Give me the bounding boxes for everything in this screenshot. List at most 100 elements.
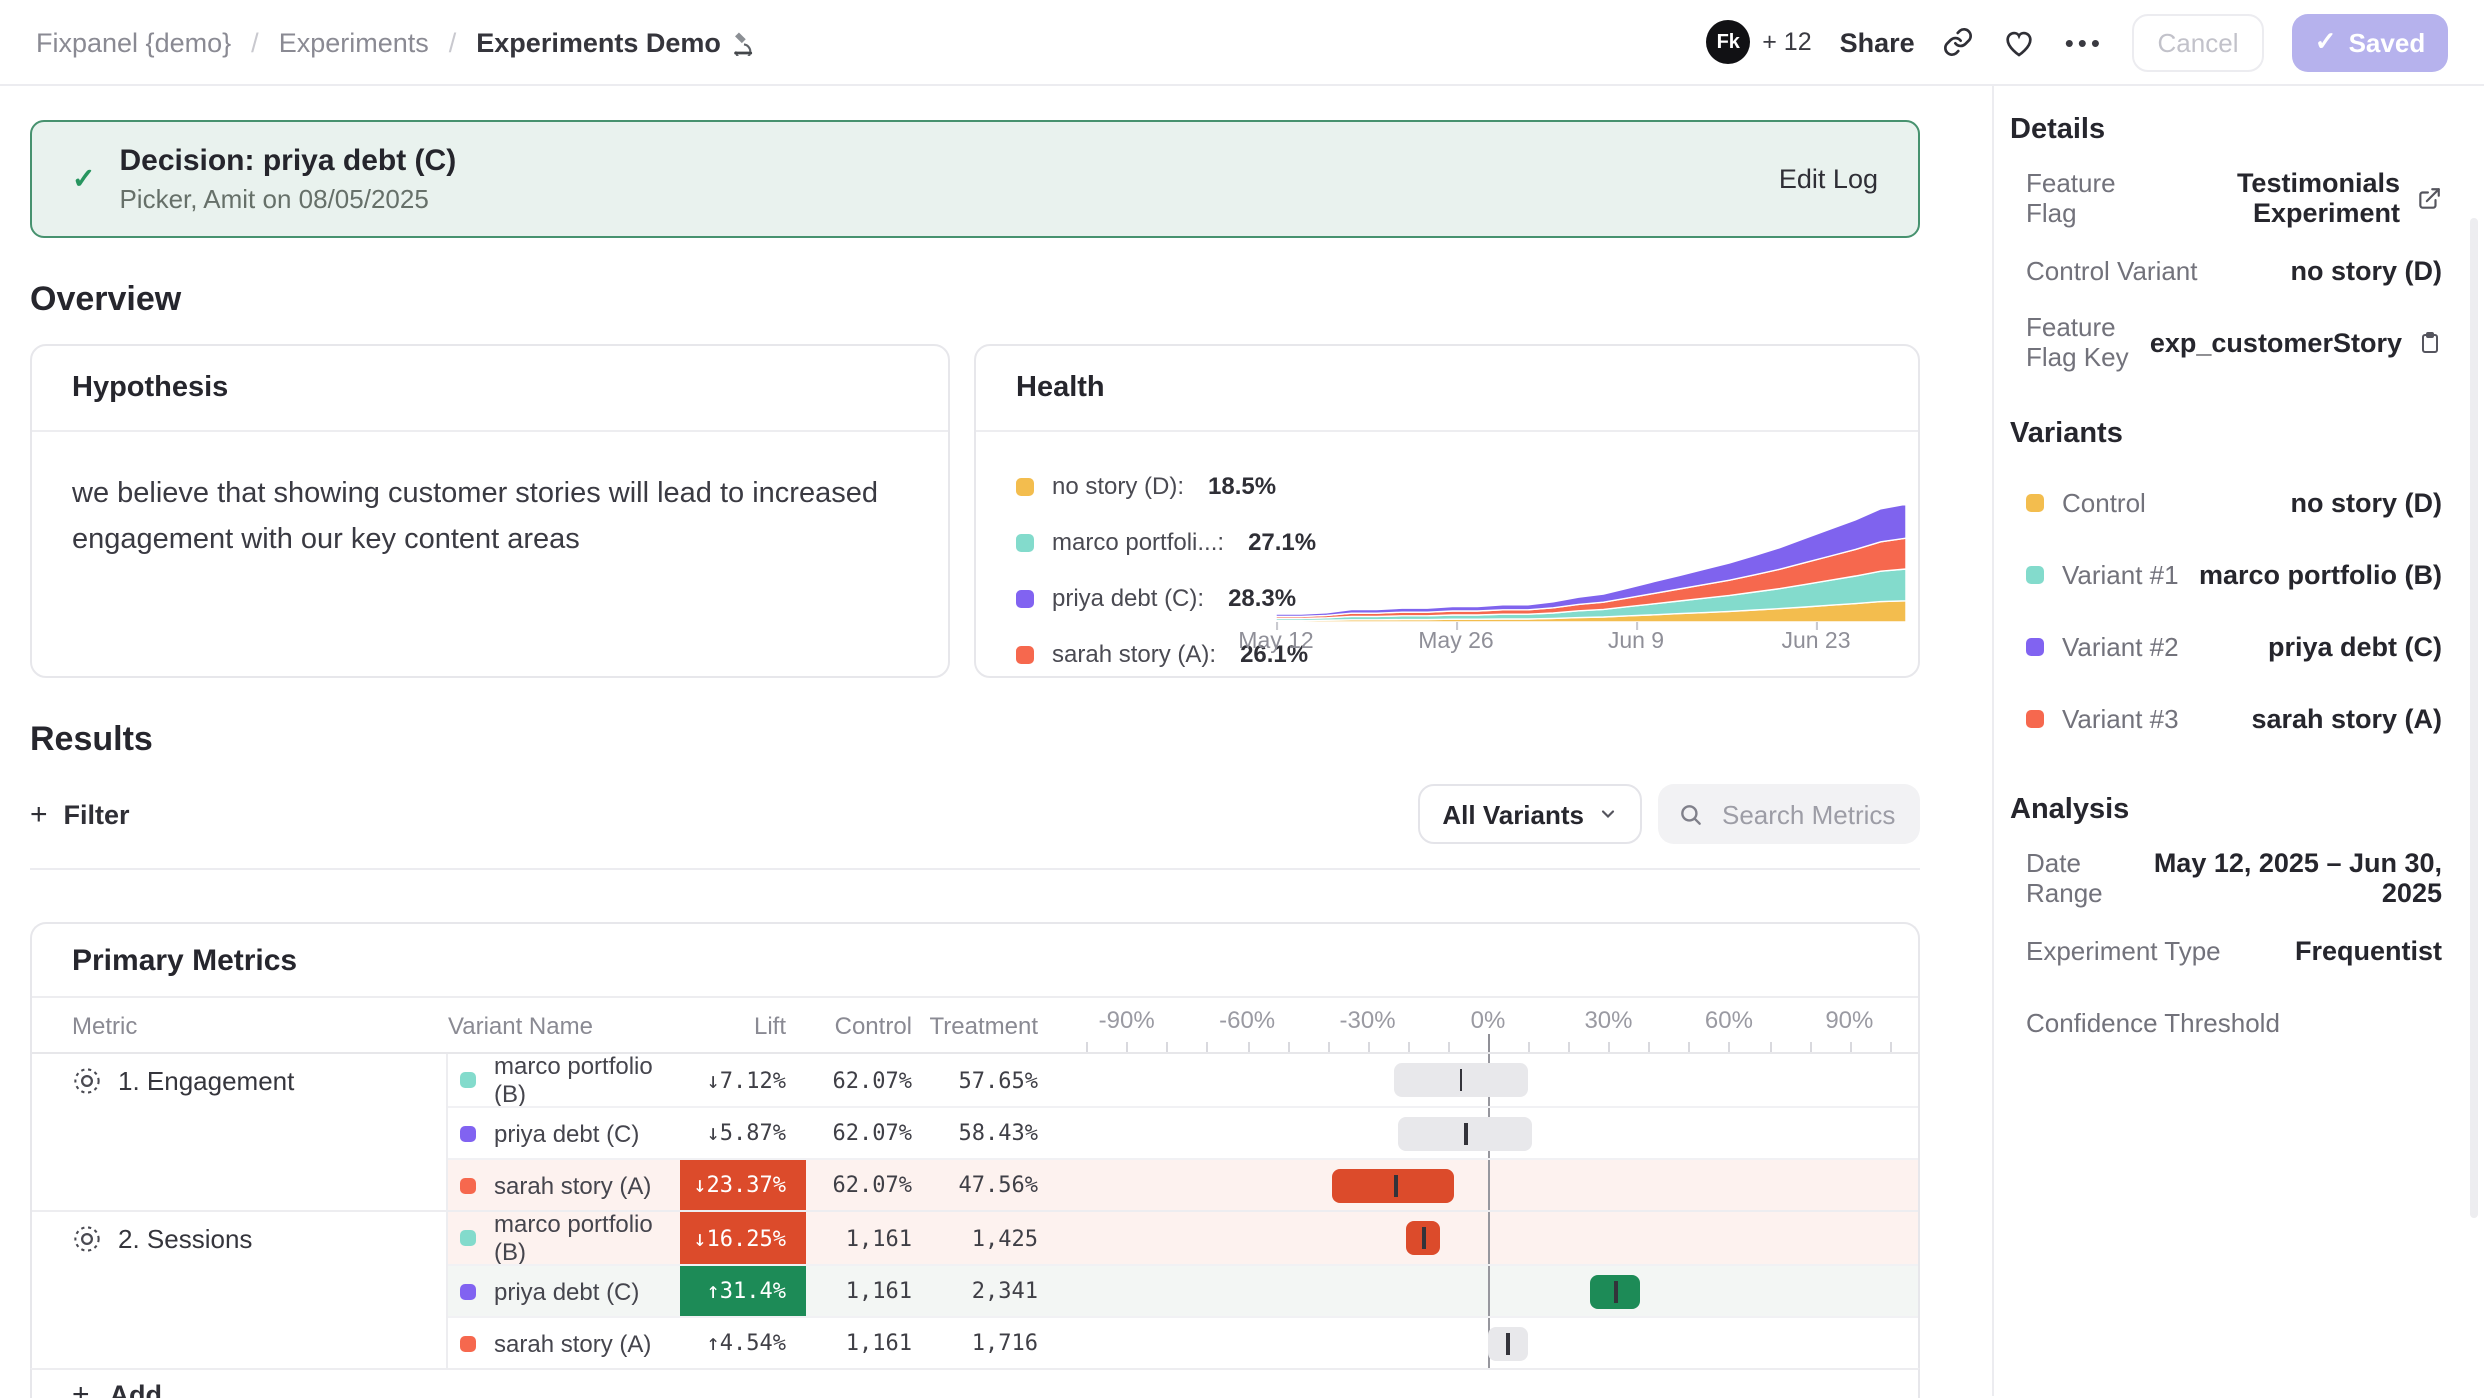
legend-item[interactable]: marco portfoli...:27.1%: [1016, 514, 1316, 570]
axis-tick-label: 30%: [1584, 1006, 1632, 1034]
breadcrumb-app[interactable]: Fixpanel {demo}: [36, 27, 231, 57]
sidebar-value: Testimonials Experiment: [2147, 168, 2400, 228]
treatment-value: 58.43%: [920, 1108, 1048, 1158]
metric-name[interactable]: 2. Sessions: [118, 1223, 252, 1253]
treatment-value: 1,716: [920, 1318, 1048, 1368]
mean-tick: [1459, 1069, 1462, 1091]
variant-color-icon: [2026, 709, 2044, 727]
copy-link-icon[interactable]: [1943, 26, 1975, 58]
variant-name: sarah story (A): [494, 1171, 651, 1199]
legend-item[interactable]: priya debt (C):28.3%: [1016, 570, 1316, 626]
axis-tick-label: 0%: [1471, 1006, 1506, 1034]
details-row: Control Variantno story (D): [2010, 234, 2442, 306]
favorite-heart-icon[interactable]: [2003, 25, 2037, 59]
table-row[interactable]: 1. Engagementmarco portfolio (B)↓7.12%62…: [32, 1054, 1918, 1106]
avatar[interactable]: Fk: [1706, 20, 1750, 64]
table-row[interactable]: priya debt (C)↑31.4%1,1612,341: [32, 1264, 1918, 1316]
variants-row: Variant #2priya debt (C): [2010, 610, 2442, 682]
hypothesis-text: we believe that showing customer stories…: [32, 432, 948, 565]
variant-name: sarah story (A): [494, 1329, 651, 1357]
divider: [30, 868, 1920, 870]
lift-value: ↓7.12%: [680, 1054, 806, 1106]
saved-button[interactable]: ✓ Saved: [2292, 13, 2448, 71]
table-row[interactable]: sarah story (A)↓23.37%62.07%47.56%: [32, 1158, 1918, 1210]
edit-log-button[interactable]: Edit Log: [1779, 164, 1878, 194]
mean-tick: [1614, 1280, 1617, 1302]
sidebar-value: priya debt (C): [2268, 631, 2442, 661]
mean-tick: [1394, 1174, 1397, 1196]
treatment-value: 47.56%: [920, 1160, 1048, 1210]
external-link-icon[interactable]: [2416, 185, 2442, 211]
more-options-button[interactable]: •••: [2065, 27, 2104, 57]
clipboard-icon[interactable]: [2418, 329, 2442, 355]
share-button[interactable]: Share: [1840, 27, 1915, 57]
col-metric: Metric: [32, 998, 448, 1052]
collaborator-count[interactable]: + 12: [1762, 28, 1811, 56]
variant-color-icon: [460, 1177, 476, 1193]
hypothesis-card: Hypothesis we believe that showing custo…: [30, 344, 950, 678]
details-row: Feature Flag Keyexp_customerStory: [2010, 306, 2442, 378]
breadcrumb-section[interactable]: Experiments: [279, 27, 429, 57]
variants-dropdown[interactable]: All Variants: [1418, 784, 1642, 844]
control-value: 62.07%: [806, 1160, 920, 1210]
variant-color-icon: [2026, 637, 2044, 655]
decision-subtitle: Picker, Amit on 08/05/2025: [119, 184, 456, 214]
breadcrumb-current[interactable]: Experiments Demo: [476, 27, 757, 57]
mean-tick: [1464, 1122, 1467, 1144]
variant-color-icon: [460, 1335, 476, 1351]
health-x-axis: May 12May 26Jun 9Jun 23: [1276, 630, 1906, 656]
details-row: Feature FlagTestimonials Experiment: [2010, 162, 2442, 234]
sidebar-value: exp_customerStory: [2150, 327, 2402, 357]
col-variant-name: Variant Name: [448, 998, 680, 1052]
table-row[interactable]: sarah story (A)↑4.54%1,1611,716: [32, 1316, 1918, 1368]
top-bar: Fixpanel {demo} / Experiments / Experime…: [0, 0, 2484, 86]
breadcrumb-separator: /: [251, 27, 259, 57]
variant-color-icon: [460, 1072, 476, 1088]
plus-icon: +: [72, 1378, 90, 1398]
variant-color-icon: [460, 1283, 476, 1299]
sidebar-value: marco portfolio (B): [2199, 559, 2442, 589]
add-filter-button[interactable]: + Filter: [30, 797, 130, 831]
search-input[interactable]: [1718, 797, 1900, 831]
x-axis-label: May 26: [1418, 630, 1493, 654]
sidebar-details: Details Feature FlagTestimonials Experime…: [2010, 114, 2442, 378]
axis-tick-label: 90%: [1825, 1006, 1873, 1034]
legend-swatch-icon: [1016, 589, 1034, 607]
table-row[interactable]: priya debt (C)↓5.87%62.07%58.43%: [32, 1106, 1918, 1158]
control-value: 62.07%: [806, 1108, 920, 1158]
variants-row: Variant #3sarah story (A): [2010, 682, 2442, 754]
cancel-button[interactable]: Cancel: [2132, 13, 2264, 71]
variant-name: priya debt (C): [494, 1277, 639, 1305]
main-content: ✓ Decision: priya debt (C) Picker, Amit …: [0, 86, 1992, 1396]
legend-item[interactable]: no story (D):18.5%: [1016, 458, 1316, 514]
check-icon: ✓: [2315, 26, 2337, 58]
plus-icon: +: [30, 797, 48, 831]
add-metric-button[interactable]: + Add: [30, 1368, 1920, 1398]
hypothesis-title: Hypothesis: [32, 346, 948, 432]
treatment-value: 57.65%: [920, 1054, 1048, 1106]
sidebar-value: Frequentist: [2295, 935, 2442, 965]
breadcrumb-separator: /: [449, 27, 457, 57]
search-metrics-box[interactable]: [1658, 784, 1920, 844]
variant-color-icon: [460, 1230, 476, 1246]
table-body: 1. Engagementmarco portfolio (B)↓7.12%62…: [32, 1054, 1918, 1368]
variant-color-icon: [460, 1125, 476, 1141]
top-actions: Fk + 12 Share ••• Cancel ✓ Saved: [1706, 13, 2448, 71]
table-header: Metric Variant Name Lift Control Treatme…: [32, 998, 1918, 1054]
lift-value: ↓16.25%: [680, 1212, 806, 1264]
treatment-value: 2,341: [920, 1266, 1048, 1316]
x-axis-label: May 12: [1238, 630, 1313, 654]
sidebar-value: no story (D): [2291, 487, 2443, 517]
details-heading: Details: [2010, 114, 2442, 146]
control-value: 1,161: [806, 1212, 920, 1264]
mean-tick: [1423, 1227, 1426, 1249]
table-row[interactable]: 2. Sessionsmarco portfolio (B)↓16.25%1,1…: [32, 1210, 1918, 1264]
lift-value: ↑4.54%: [680, 1318, 806, 1368]
scrollbar[interactable]: [2470, 218, 2478, 1218]
lift-value: ↓5.87%: [680, 1108, 806, 1158]
sidebar-analysis: AnalysisDate RangeMay 12, 2025 – Jun 30,…: [2010, 794, 2442, 1058]
metric-name[interactable]: 1. Engagement: [118, 1065, 294, 1095]
variants-row: Controlno story (D): [2010, 466, 2442, 538]
control-value: 1,161: [806, 1266, 920, 1316]
mean-tick: [1506, 1332, 1509, 1354]
